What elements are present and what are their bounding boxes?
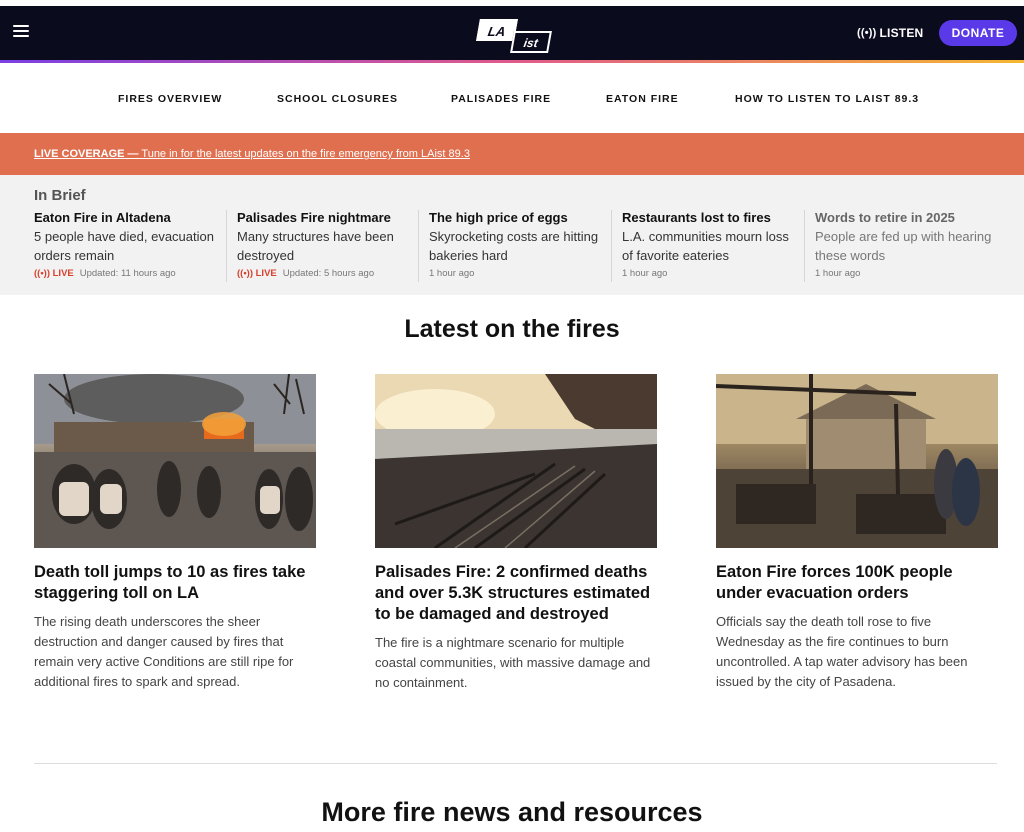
- article-summary: The rising death underscores the sheer d…: [34, 614, 294, 689]
- live-coverage-prefix: LIVE COVERAGE —: [34, 148, 139, 160]
- section-title: Latest on the fires: [404, 315, 620, 343]
- logo-ist-text: ist: [510, 31, 552, 53]
- brief-item-meta: 1 hour ago: [815, 268, 861, 279]
- live-coverage-banner: LIVE COVERAGE — Tune in for the latest u…: [0, 133, 1024, 175]
- article-summary: Officials say the death toll rose to fiv…: [716, 614, 968, 689]
- hamburger-menu-icon[interactable]: [13, 25, 29, 38]
- section-nav: FIRES OVERVIEW SCHOOL CLOSURES PALISADES…: [0, 63, 1024, 133]
- fire-scene-photo: [34, 374, 316, 548]
- article-image[interactable]: [716, 374, 998, 548]
- article-card[interactable]: Death toll jumps to 10 as fires take sta…: [34, 374, 316, 692]
- article-title[interactable]: Palisades Fire: 2 confirmed deaths and o…: [375, 562, 657, 625]
- brief-item[interactable]: Eaton Fire in Altadena 5 people have die…: [34, 210, 234, 282]
- brief-item[interactable]: The high price of eggs Skyrocketing cost…: [418, 210, 611, 282]
- section-title: More fire news and resources: [321, 797, 703, 827]
- burned-house-photo: [716, 374, 998, 548]
- live-badge: ((•)) LIVE: [237, 268, 277, 279]
- nav-how-to-listen[interactable]: HOW TO LISTEN TO LAIST 89.3: [735, 93, 919, 105]
- article-title[interactable]: Eaton Fire forces 100K people under evac…: [716, 562, 998, 604]
- brief-item-title: Eaton Fire in Altadena: [34, 210, 171, 225]
- article-image[interactable]: [34, 374, 316, 548]
- brief-item-body: Skyrocketing costs are hitting bakeries …: [429, 229, 599, 263]
- in-brief-heading: In Brief: [34, 187, 86, 204]
- nav-school-closures[interactable]: SCHOOL CLOSURES: [277, 93, 398, 105]
- donate-button[interactable]: DONATE: [939, 20, 1017, 46]
- listen-button[interactable]: ((•)) LISTEN: [857, 26, 923, 40]
- nav-fires-overview[interactable]: FIRES OVERVIEW: [118, 93, 222, 105]
- brief-item-body: L.A. communities mourn loss of favorite …: [622, 229, 789, 263]
- article-summary: The fire is a nightmare scenario for mul…: [375, 635, 651, 690]
- article-title[interactable]: Death toll jumps to 10 as fires take sta…: [34, 562, 316, 604]
- brief-item-body: Many structures have been destroyed: [237, 229, 394, 263]
- live-badge: ((•)) LIVE: [34, 268, 74, 279]
- article-image[interactable]: [375, 374, 657, 548]
- article-card[interactable]: Palisades Fire: 2 confirmed deaths and o…: [375, 374, 657, 693]
- brief-item-title: Restaurants lost to fires: [622, 210, 771, 225]
- nav-palisades-fire[interactable]: PALISADES FIRE: [451, 93, 551, 105]
- listen-label: LISTEN: [879, 26, 924, 40]
- nav-eaton-fire[interactable]: EATON FIRE: [606, 93, 679, 105]
- in-brief-section: In Brief Eaton Fire in Altadena 5 people…: [0, 175, 1024, 295]
- brief-item-meta: ((•)) LIVE Updated: 5 hours ago: [237, 268, 375, 279]
- laist-logo[interactable]: LA ist: [476, 19, 554, 55]
- article-card[interactable]: Eaton Fire forces 100K people under evac…: [716, 374, 998, 692]
- brief-item[interactable]: Restaurants lost to fires L.A. communiti…: [611, 210, 804, 282]
- section-divider: [34, 763, 997, 764]
- live-coverage-text: Tune in for the latest updates on the fi…: [138, 148, 470, 160]
- brief-item-meta: 1 hour ago: [429, 268, 475, 279]
- brief-item-meta: ((•)) LIVE Updated: 11 hours ago: [34, 268, 176, 279]
- brief-item-title: The high price of eggs: [429, 210, 568, 225]
- site-header: LA ist ((•)) LISTEN DONATE: [0, 6, 1024, 60]
- brief-item-body: 5 people have died, evacuation orders re…: [34, 229, 214, 263]
- brief-item[interactable]: Words to retire in 2025 People are fed u…: [804, 210, 1009, 282]
- radio-broadcast-icon: ((•)): [857, 27, 877, 39]
- live-coverage-link[interactable]: LIVE COVERAGE — Tune in for the latest u…: [34, 148, 470, 160]
- brief-item-title: Palisades Fire nightmare: [237, 210, 391, 225]
- brief-item[interactable]: Palisades Fire nightmare Many structures…: [226, 210, 418, 282]
- coastal-fire-photo: [375, 374, 657, 548]
- brief-item-meta: 1 hour ago: [622, 268, 668, 279]
- brief-item-body: People are fed up with hearing these wor…: [815, 229, 992, 263]
- brief-item-title: Words to retire in 2025: [815, 210, 955, 225]
